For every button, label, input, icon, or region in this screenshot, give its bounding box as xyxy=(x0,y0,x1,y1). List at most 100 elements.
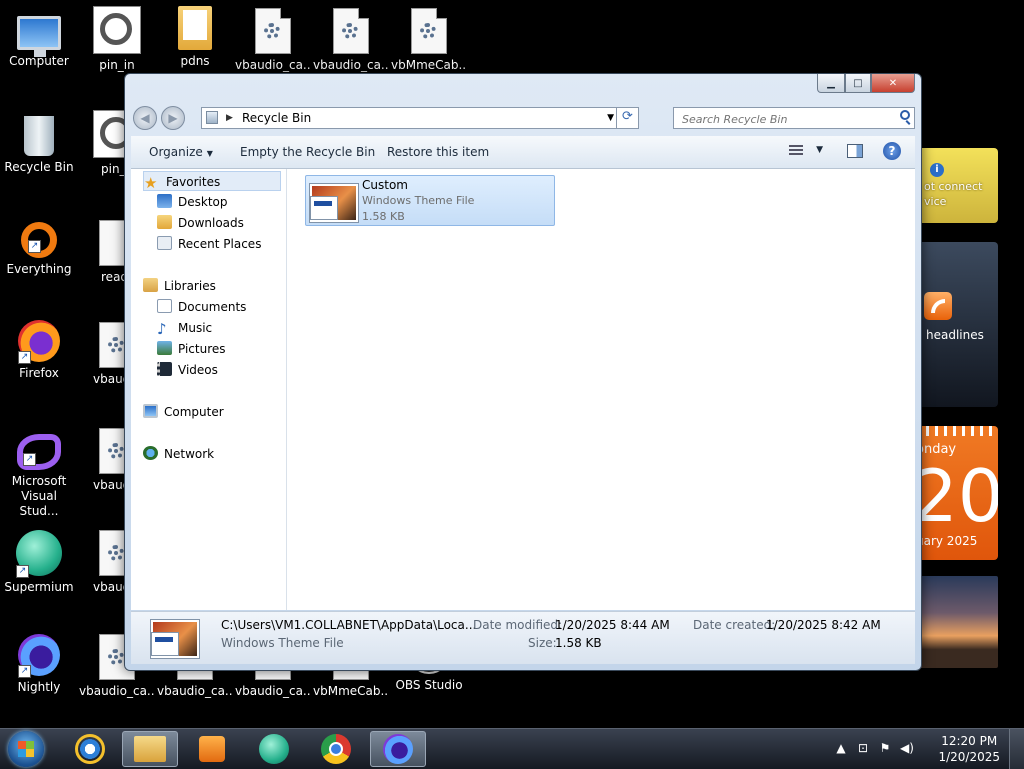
taskbar-internet-explorer[interactable] xyxy=(62,731,118,767)
details-created-value: 1/20/2025 8:42 AM xyxy=(766,618,881,632)
empty-recycle-bin-button[interactable]: Empty the Recycle Bin xyxy=(240,136,375,168)
computer-icon xyxy=(143,404,158,418)
minimize-button[interactable]: ▁ xyxy=(817,74,845,93)
back-button[interactable]: ◀ xyxy=(133,106,157,130)
desktop-icon-label: OBS Studio xyxy=(395,678,463,692)
desktop-icon-vbaudio-top-2[interactable]: vbaudio_ca... xyxy=(313,6,389,73)
taskbar-nightly[interactable] xyxy=(370,731,426,767)
refresh-button[interactable]: ⟳ xyxy=(616,107,638,129)
address-bar[interactable]: ▶ Recycle Bin ▼ ⟳ xyxy=(201,107,639,129)
settings-file-icon xyxy=(411,8,447,54)
chevron-down-icon[interactable]: ▼ xyxy=(816,145,823,155)
feed-headlines-label: headlines xyxy=(926,328,984,342)
desktop-icon-label: pin_in xyxy=(99,58,135,72)
system-tray: ▲ ⊡ ⚑ ◀) 12:20 PM 1/20/2025 xyxy=(834,729,1024,769)
desktop-icon-pin-in[interactable]: pin_in xyxy=(79,6,155,73)
nav-recent-places[interactable]: Recent Places xyxy=(157,234,261,254)
recycle-bin-icon xyxy=(206,111,218,124)
supermium-icon xyxy=(259,734,289,764)
pin-image-icon xyxy=(93,6,141,54)
desktop-icon-pdns[interactable]: pdns xyxy=(157,6,233,69)
calendar-month: uary 2025 xyxy=(916,534,978,548)
breadcrumb-arrow-icon[interactable]: ▶ xyxy=(226,108,233,128)
calendar-date: 20 xyxy=(912,454,998,538)
action-center-flag-icon[interactable]: ⚑ xyxy=(878,741,892,755)
start-button[interactable] xyxy=(8,731,44,767)
feed-headlines-gadget[interactable]: headlines xyxy=(912,242,998,407)
documents-icon xyxy=(157,299,172,313)
recent-places-icon xyxy=(157,236,172,250)
shortcut-arrow-icon: ↗ xyxy=(16,565,29,578)
nav-videos[interactable]: Videos xyxy=(157,360,218,380)
chrome-icon xyxy=(321,734,351,764)
info-icon: i xyxy=(930,163,944,177)
nav-pictures[interactable]: Pictures xyxy=(157,339,226,359)
slideshow-gadget[interactable] xyxy=(912,576,998,668)
organize-button[interactable]: Organize ▼ xyxy=(149,136,213,168)
nav-downloads[interactable]: Downloads xyxy=(157,213,244,233)
volume-icon[interactable]: ◀) xyxy=(900,741,914,755)
desktop-icon-vbmmecab-top[interactable]: vbMmeCab... xyxy=(391,6,467,73)
search-input[interactable] xyxy=(680,109,884,129)
maximize-button[interactable]: □ xyxy=(845,74,871,93)
help-icon[interactable]: ? xyxy=(883,142,901,160)
weather-gadget[interactable]: i ot connect vice xyxy=(912,148,998,223)
network-tray-icon[interactable]: ⊡ xyxy=(856,741,870,755)
desktop-icon-computer[interactable]: Computer xyxy=(1,10,77,69)
file-type: Windows Theme File xyxy=(362,194,475,207)
navigation-pane: ★ Favorites Desktop Downloads Recent Plac… xyxy=(131,169,287,610)
preview-pane-icon[interactable] xyxy=(847,144,863,158)
restore-item-button[interactable]: Restore this item xyxy=(387,136,489,168)
show-desktop-button[interactable] xyxy=(1009,729,1024,769)
desktop-icon-label: vbaudio_ca... xyxy=(157,684,233,698)
desktop-icon-vbaudio-top-1[interactable]: vbaudio_ca... xyxy=(235,6,311,73)
desktop-icon-supermium[interactable]: ↗ Supermium xyxy=(1,530,77,595)
desktop-icon-recycle-bin[interactable]: Recycle Bin xyxy=(1,112,77,175)
desktop-icon-label: vbMmeCab... xyxy=(313,684,389,698)
close-button[interactable]: ✕ xyxy=(871,74,915,93)
change-view-icon[interactable] xyxy=(789,145,803,157)
explorer-window: ▁ □ ✕ ◀ ▶ ▶ Recycle Bin ▼ ⟳ Organize▼ Em… xyxy=(124,73,922,671)
rss-icon xyxy=(924,292,952,320)
search-box[interactable] xyxy=(673,107,915,129)
nav-network[interactable]: Network xyxy=(143,444,214,464)
details-modified-value: 1/20/2025 8:44 AM xyxy=(555,618,670,632)
nav-desktop[interactable]: Desktop xyxy=(157,192,228,212)
visual-studio-icon: ↗ xyxy=(17,434,61,470)
chevron-down-icon[interactable]: ▼ xyxy=(607,108,614,128)
weather-gadget-message: ot connect vice xyxy=(924,180,983,208)
calendar-gadget[interactable]: onday 20 uary 2025 xyxy=(912,426,998,560)
details-created-label: Date created: xyxy=(693,618,776,632)
desktop-icon-label: Nightly xyxy=(17,680,61,694)
nav-libraries[interactable]: Libraries xyxy=(143,276,216,296)
nav-computer[interactable]: Computer xyxy=(143,402,224,422)
explorer-folder-icon xyxy=(134,736,166,762)
desktop-icon xyxy=(157,194,172,208)
taskbar-windows-explorer[interactable] xyxy=(122,731,178,767)
nav-music[interactable]: ♪ Music xyxy=(157,318,212,338)
desktop-icon-everything[interactable]: ↗ Everything xyxy=(1,218,77,277)
everything-icon: ↗ xyxy=(21,222,57,258)
desktop-icon-nightly[interactable]: ↗ Nightly xyxy=(1,634,77,695)
taskbar-chrome[interactable] xyxy=(308,731,364,767)
desktop-icon-label: vbaudio_ca... xyxy=(313,58,389,72)
videos-icon xyxy=(157,362,172,376)
taskbar-supermium[interactable] xyxy=(246,731,302,767)
desktop-icon-label: Everything xyxy=(6,262,72,276)
details-size-value: 1.58 KB xyxy=(555,636,602,650)
desktop-icon-firefox[interactable]: ↗ Firefox xyxy=(1,320,77,381)
show-hidden-icons-icon[interactable]: ▲ xyxy=(834,741,848,755)
file-item-custom[interactable]: Custom Windows Theme File 1.58 KB xyxy=(305,175,555,226)
taskbar-media-player[interactable] xyxy=(184,731,240,767)
forward-button[interactable]: ▶ xyxy=(161,106,185,130)
nav-documents[interactable]: Documents xyxy=(157,297,246,317)
details-modified-label: Date modified: xyxy=(473,618,563,632)
window-controls: ▁ □ ✕ xyxy=(817,74,915,93)
clock[interactable]: 12:20 PM 1/20/2025 xyxy=(938,733,1000,765)
search-icon[interactable] xyxy=(900,110,910,120)
desktop-icon-visual-studio[interactable]: ↗ Microsoft Visual Stud... xyxy=(1,428,77,519)
breadcrumb-recycle-bin[interactable]: Recycle Bin xyxy=(242,108,311,128)
file-name: Custom xyxy=(362,178,408,192)
desktop-icon-label: vbaudio_ca... xyxy=(235,684,311,698)
nav-favorites[interactable]: ★ Favorites xyxy=(143,171,281,191)
